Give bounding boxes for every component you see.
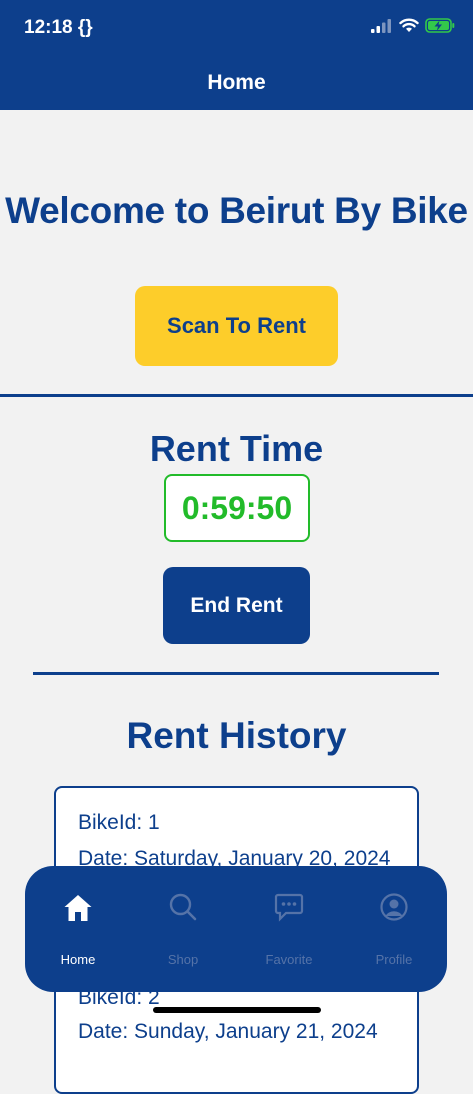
home-indicator — [153, 1007, 321, 1013]
section-divider — [33, 672, 439, 675]
history-bike-id: BikeId: 1 — [78, 811, 160, 834]
home-icon — [64, 895, 92, 921]
tab-favorite[interactable]: Favorite — [236, 866, 342, 992]
section-divider — [0, 394, 473, 397]
page-title: Home — [207, 71, 266, 94]
rent-history-heading: Rent History — [126, 715, 347, 756]
search-icon — [169, 893, 197, 921]
status-icons — [371, 18, 455, 33]
app-header: 12:18 {} Home — [0, 0, 473, 110]
bottom-tab-bar: Home Shop Favorite Profile — [25, 866, 447, 992]
tab-label: Favorite — [265, 952, 313, 967]
rent-time-heading: Rent Time — [149, 428, 324, 469]
tab-label: Home — [60, 952, 96, 967]
tab-shop[interactable]: Shop — [130, 866, 236, 992]
signal-icon — [371, 18, 391, 33]
tab-label: Profile — [375, 952, 413, 967]
tab-profile[interactable]: Profile — [341, 866, 447, 992]
wifi-icon — [399, 18, 419, 32]
tab-label: Shop — [167, 952, 199, 967]
battery-charging-icon — [425, 18, 455, 33]
tab-home[interactable]: Home — [25, 866, 131, 992]
chat-icon — [274, 893, 304, 922]
user-icon — [380, 893, 408, 921]
status-time: 12:18 {} — [24, 17, 93, 38]
rent-timer: 0:59:50 — [164, 474, 310, 542]
welcome-heading: Welcome to Beirut By Bike — [5, 190, 468, 231]
scan-to-rent-button[interactable]: Scan To Rent — [135, 286, 338, 366]
end-rent-button[interactable]: End Rent — [163, 567, 310, 644]
